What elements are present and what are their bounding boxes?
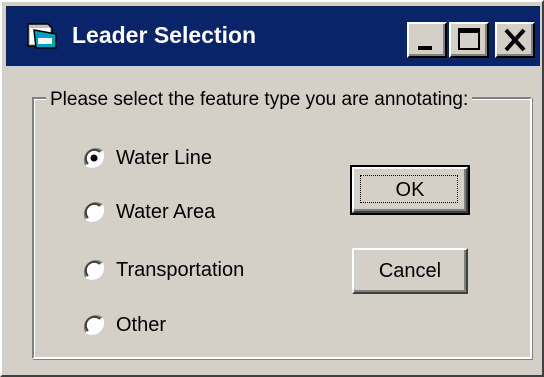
radio-selected-icon [82,146,106,170]
cancel-button-label: Cancel [378,259,442,282]
maximize-button[interactable] [449,22,489,58]
radio-unselected-icon [82,258,106,282]
radio-label: Water Line [116,147,212,169]
groupbox-label: Please select the feature type you are a… [46,89,473,111]
close-button[interactable] [495,22,535,58]
cancel-button[interactable]: Cancel [352,248,468,294]
radio-other[interactable]: Other [82,311,312,341]
window-title: Leader Selection [72,22,257,48]
ok-button[interactable]: OK [350,165,470,215]
radio-label: Water Area [116,201,216,223]
radio-water-line[interactable]: Water Line [82,144,312,174]
dialog-window: Leader Selection Please select the featu… [0,0,544,377]
focus-rectangle [360,175,458,203]
radio-unselected-icon [82,313,106,337]
application-window-icon [26,20,60,50]
radio-water-area[interactable]: Water Area [82,198,312,228]
title-bar[interactable]: Leader Selection [6,6,540,66]
radio-label: Other [116,314,167,336]
radio-unselected-icon [82,200,106,224]
radio-label: Transportation [116,259,245,281]
radio-transportation[interactable]: Transportation [82,256,312,286]
minimize-button[interactable] [407,22,447,58]
